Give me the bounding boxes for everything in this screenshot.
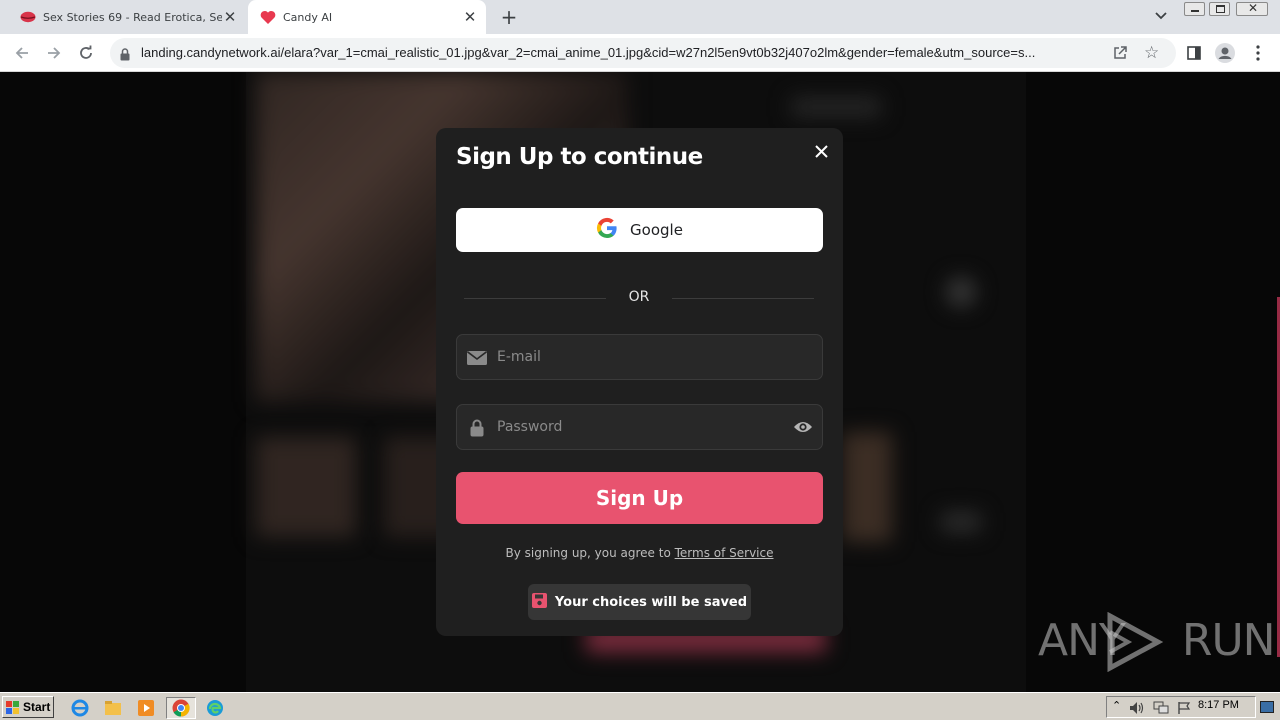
- media-player-icon[interactable]: [134, 697, 158, 719]
- browser-toolbar: landing.candynetwork.ai/elara?var_1=cmai…: [0, 34, 1280, 72]
- reload-button[interactable]: [74, 41, 98, 65]
- google-logo-icon: [596, 217, 618, 243]
- lips-icon: [20, 9, 36, 25]
- heart-icon: [260, 9, 276, 25]
- minimize-button[interactable]: [1184, 2, 1205, 16]
- google-button-label: Google: [630, 221, 683, 239]
- floppy-disk-icon: [531, 592, 547, 612]
- tray-expand-icon[interactable]: ⌃: [1112, 699, 1121, 712]
- edge-icon[interactable]: [203, 697, 227, 719]
- signup-modal: Sign Up to continue Google OR E-mail Sig…: [436, 128, 843, 636]
- chrome-taskbar-button[interactable]: [166, 697, 196, 719]
- show-password-eye-icon[interactable]: [792, 417, 814, 437]
- tab-close-icon[interactable]: ✕: [462, 8, 478, 26]
- network-icon[interactable]: [1153, 700, 1169, 719]
- back-arrow-icon: [15, 47, 28, 59]
- file-explorer-icon[interactable]: [101, 697, 125, 719]
- start-label: Start: [23, 700, 51, 714]
- tab-sex-stories[interactable]: Sex Stories 69 - Read Erotica, Sex St ✕: [8, 0, 246, 34]
- tab-title: Sex Stories 69 - Read Erotica, Sex St: [43, 10, 222, 24]
- modal-title: Sign Up to continue: [456, 144, 703, 170]
- tab-candy-ai[interactable]: Candy AI ✕: [248, 0, 486, 34]
- choices-saved-badge: Your choices will be saved: [528, 584, 751, 620]
- padlock-icon: [466, 418, 488, 438]
- window-close-button[interactable]: ✕: [1236, 1, 1268, 16]
- forward-button[interactable]: [42, 41, 66, 65]
- choices-saved-label: Your choices will be saved: [554, 594, 748, 610]
- profile-avatar-icon[interactable]: [1215, 43, 1235, 63]
- tab-title: Candy AI: [283, 10, 333, 24]
- taskbar-clock[interactable]: 8:17 PM: [1198, 699, 1239, 711]
- tab-close-icon[interactable]: ✕: [222, 8, 238, 26]
- email-field[interactable]: [456, 334, 823, 380]
- email-input[interactable]: [497, 335, 777, 379]
- speaker-icon[interactable]: [1129, 700, 1145, 719]
- restore-button[interactable]: [1209, 2, 1230, 16]
- url-text[interactable]: landing.candynetwork.ai/elara?var_1=cmai…: [141, 45, 1106, 60]
- password-field[interactable]: [456, 404, 823, 450]
- action-center-flag-icon[interactable]: [1177, 700, 1191, 719]
- password-input[interactable]: [497, 405, 777, 449]
- browser-menu-icon[interactable]: [1248, 43, 1268, 63]
- lock-icon[interactable]: [120, 46, 130, 65]
- tab-search-chevron-icon[interactable]: [1152, 7, 1170, 25]
- back-button[interactable]: [10, 41, 34, 65]
- new-tab-button[interactable]: +: [498, 5, 520, 29]
- google-signin-button[interactable]: Google: [456, 208, 823, 252]
- bookmark-star-icon[interactable]: ☆: [1144, 43, 1159, 63]
- terms-prefix: By signing up, you agree to: [505, 546, 675, 560]
- start-button[interactable]: Start: [2, 696, 54, 718]
- address-bar[interactable]: landing.candynetwork.ai/elara?var_1=cmai…: [110, 38, 1176, 68]
- anyrun-watermark: ANY RUN: [1038, 608, 1276, 672]
- windows-logo-icon: [6, 700, 19, 714]
- forward-arrow-icon: [48, 47, 61, 59]
- or-label: OR: [628, 289, 650, 305]
- play-triangle-icon: [1107, 612, 1164, 672]
- tab-strip: Sex Stories 69 - Read Erotica, Sex St ✕ …: [0, 0, 1280, 34]
- signup-button[interactable]: Sign Up: [456, 472, 823, 524]
- windows-taskbar: Start ⌃ 8:17 PM: [0, 692, 1280, 720]
- internet-explorer-icon[interactable]: [68, 697, 92, 719]
- chrome-icon: [172, 699, 190, 717]
- page-viewport: Sign Up to continue Google OR E-mail Sig…: [0, 72, 1280, 692]
- reload-icon: [80, 45, 92, 59]
- terms-of-service-link[interactable]: Terms of Service: [675, 546, 774, 560]
- terms-notice: By signing up, you agree to Terms of Ser…: [436, 546, 843, 560]
- envelope-icon: [466, 348, 488, 368]
- show-desktop-icon[interactable]: [1260, 701, 1274, 713]
- share-icon[interactable]: [1112, 45, 1128, 65]
- close-icon[interactable]: [810, 140, 832, 162]
- or-divider: OR: [464, 288, 814, 308]
- side-panel-icon[interactable]: [1184, 43, 1204, 63]
